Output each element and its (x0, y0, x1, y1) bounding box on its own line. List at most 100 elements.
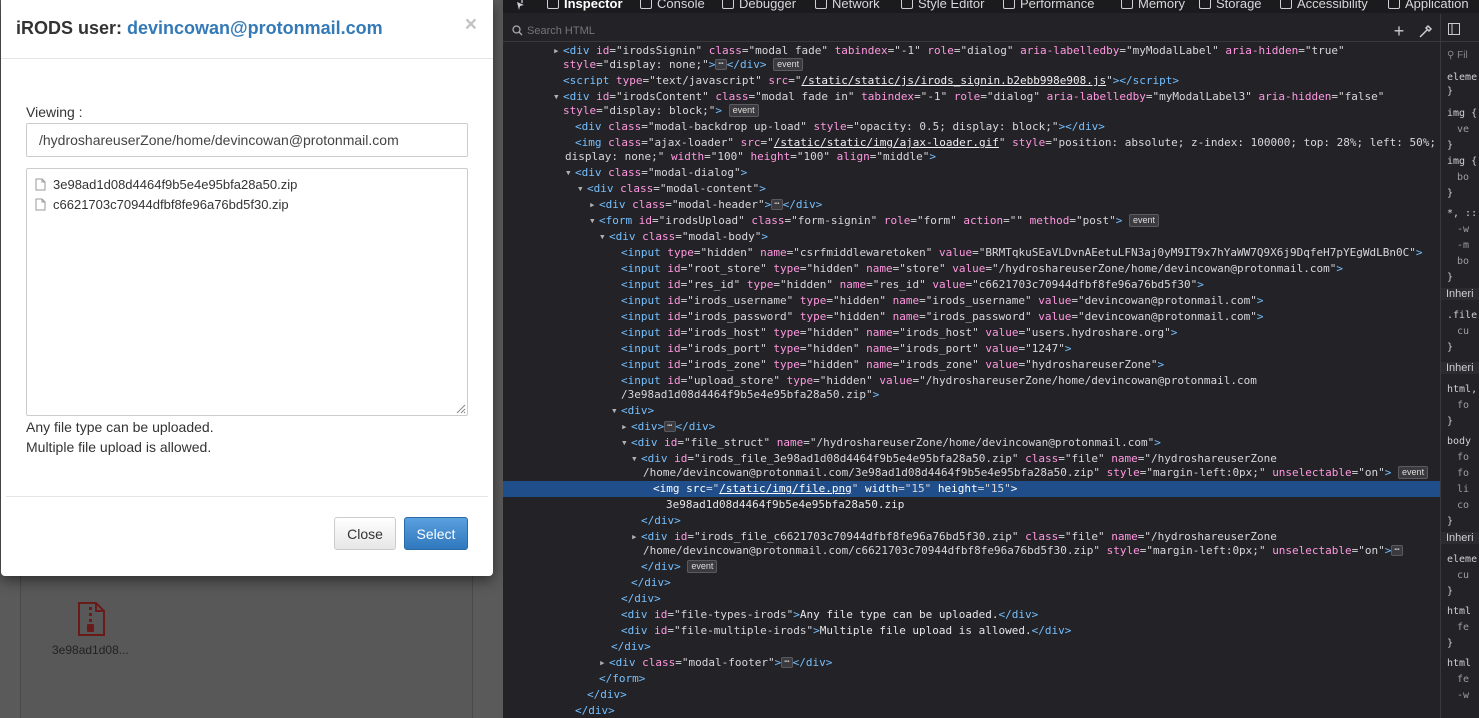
tree-node[interactable]: <div id="file-multiple-irods">Multiple f… (503, 623, 1440, 639)
tab-inspector[interactable]: Inspector (547, 0, 623, 11)
tree-node[interactable]: <input id="irods_username" type="hidden"… (503, 293, 1440, 309)
rule-line: } (1447, 586, 1454, 597)
tree-node[interactable]: </div> event (503, 559, 1440, 575)
style-editor-icon (901, 0, 913, 9)
tab-debugger[interactable]: Debugger (722, 0, 796, 11)
tree-node[interactable]: <input id="res_id" type="hidden" name="r… (503, 277, 1440, 293)
tree-node[interactable]: </div> (503, 639, 1440, 655)
markup-tree: ▸ <div id="irodsSignin" class="modal fade… (503, 43, 1440, 718)
tree-node-cont: display: none;" width="100" height="100"… (565, 150, 936, 163)
rule-line: fe (1457, 622, 1470, 633)
tree-node-cont: style="display: block;"> event (503, 103, 1440, 119)
rule-line: -m (1457, 240, 1470, 251)
tree-node-selected[interactable]: <img src="/static/img/file.png" width="1… (503, 481, 1440, 497)
file-item-2[interactable]: c6621703c70944dfbf8fe96a76bd5f30.zip (27, 194, 467, 214)
search-input[interactable] (527, 23, 1327, 39)
tree-node[interactable]: ▸ <div> ⋯ </div> (503, 419, 1440, 435)
eyedropper-icon[interactable] (1417, 24, 1433, 40)
tab-accessibility[interactable]: Accessibility (1280, 0, 1368, 11)
multiple-upload-note: Multiple file upload is allowed. (26, 439, 212, 455)
tree-node[interactable]: <input id="irods_zone" type="hidden" nam… (503, 357, 1440, 373)
rule-line: bo (1457, 256, 1470, 267)
rule-line: cu (1457, 326, 1470, 337)
tree-node[interactable]: ▾ <div> (503, 403, 1440, 419)
html-search-bar (503, 20, 1441, 42)
file-list[interactable]: 3e98ad1d08d4464f9b5e4e95bfa28a50.zip c66… (26, 168, 468, 416)
inspector-icon (547, 0, 559, 9)
tree-node[interactable]: </form> (503, 671, 1440, 687)
add-node-button[interactable]: + (1391, 20, 1407, 42)
search-icon (512, 25, 523, 36)
tree-node[interactable]: ▸ <div class="modal-footer"> ⋯ </div> (503, 655, 1440, 671)
element-picker-icon[interactable] (511, 0, 525, 11)
background-file-label[interactable]: 3e98ad1d08... (52, 643, 129, 657)
tree-node[interactable]: <script type="text/javascript" src="/sta… (503, 73, 1440, 89)
tree-node-cont: /home/devincowan@protonmail.com/c6621703… (503, 543, 1440, 559)
tab-application[interactable]: Application (1388, 0, 1469, 11)
tab-memory[interactable]: Memory (1121, 0, 1185, 11)
select-button[interactable]: Select (404, 517, 468, 550)
tree-node[interactable]: <input id="irods_host" type="hidden" nam… (503, 325, 1440, 341)
close-icon[interactable]: × (465, 13, 477, 37)
tab-storage[interactable]: Storage (1199, 0, 1262, 11)
devtools-panel: Inspector Console Debugger Network Style… (503, 0, 1479, 718)
resize-grip-icon[interactable] (454, 402, 466, 414)
close-button[interactable]: Close (334, 517, 396, 550)
modal-footer (6, 496, 488, 497)
tree-node-cont: style="display: none;"> ⋯ </div> event (503, 57, 1440, 73)
layout-toggle-icon[interactable] (1448, 23, 1460, 35)
tree-node-cont: /3e98ad1d08d4464f9b5e4e95bfa28a50.zip"> (621, 388, 880, 401)
tree-node[interactable]: </div> (503, 513, 1440, 529)
tree-node[interactable]: ▾ <form id="irodsUpload" class="form-sign… (503, 213, 1440, 229)
tree-text-node[interactable]: 3e98ad1d08d4464f9b5e4e95bfa28a50.zip (503, 497, 1440, 513)
tree-node[interactable]: </div> (503, 703, 1440, 718)
rule-line: } (1447, 638, 1454, 649)
tree-node[interactable]: <input id="irods_port" type="hidden" nam… (503, 341, 1440, 357)
rule-line: } (1447, 416, 1454, 427)
tree-node[interactable]: <input type="hidden" name="csrfmiddlewar… (503, 245, 1440, 261)
tab-console[interactable]: Console (640, 0, 705, 11)
rule-line: -w (1457, 224, 1470, 235)
tree-node[interactable]: ▾ <div class="modal-body"> (503, 229, 1440, 245)
tree-node[interactable]: ▾ <div class="modal-content"> (503, 181, 1440, 197)
tree-node[interactable]: ▾ <div class="modal-dialog"> (503, 165, 1440, 181)
performance-icon (1003, 0, 1015, 9)
tab-performance[interactable]: Performance (1003, 0, 1094, 11)
tab-style-editor[interactable]: Style Editor (901, 0, 984, 11)
tree-node-cont: /home/devincowan@protonmail.com/3e98ad1d… (503, 465, 1440, 481)
modal-header: iRODS user: devincowan@protonmail.com × (1, 0, 493, 59)
rule-line: .file (1447, 310, 1478, 321)
tree-node[interactable]: <input id="root_store" type="hidden" nam… (503, 261, 1440, 277)
tree-node[interactable]: </div> (503, 687, 1440, 703)
rule-line: html (1447, 658, 1472, 669)
console-icon (640, 0, 652, 9)
tree-node[interactable]: <div id="file-types-irods">Any file type… (503, 607, 1440, 623)
tree-node[interactable]: </div> (503, 591, 1440, 607)
file-icon (35, 198, 46, 210)
tab-network[interactable]: Network (815, 0, 880, 11)
rule-line: eleme (1447, 72, 1478, 83)
tree-node[interactable]: <input id="irods_password" type="hidden"… (503, 309, 1440, 325)
rule-line: } (1447, 342, 1454, 353)
rules-toolbar (1441, 14, 1479, 42)
inherited-header: Inheri (1441, 288, 1479, 300)
rules-filter-input[interactable]: ⚲ Fil (1447, 50, 1468, 61)
tree-node[interactable]: ▸ <div class="modal-header"> ⋯ </div> (503, 197, 1440, 213)
rule-line: body (1447, 436, 1472, 447)
path-input[interactable] (26, 123, 468, 157)
tree-node[interactable]: ▾ <div id="file_struct" name="/hydroshare… (503, 435, 1440, 451)
rules-panel: ⚲ Fil eleme } img { ve } img { bo } *, :… (1441, 14, 1479, 718)
rule-line: li (1457, 484, 1470, 495)
viewing-label: Viewing : (26, 104, 83, 120)
rule-line: co (1457, 500, 1470, 511)
rule-line: } (1447, 516, 1454, 527)
rule-line: } (1447, 272, 1454, 283)
network-icon (815, 0, 827, 9)
tree-node[interactable]: </div> (503, 575, 1440, 591)
tree-node[interactable]: <div class="modal-backdrop up-load" styl… (503, 119, 1440, 135)
rule-line: fo (1457, 452, 1470, 463)
file-item-1[interactable]: 3e98ad1d08d4464f9b5e4e95bfa28a50.zip (27, 174, 467, 194)
storage-icon (1199, 0, 1211, 9)
file-name: 3e98ad1d08d4464f9b5e4e95bfa28a50.zip (53, 176, 298, 192)
inherited-header: Inheri (1441, 532, 1479, 544)
